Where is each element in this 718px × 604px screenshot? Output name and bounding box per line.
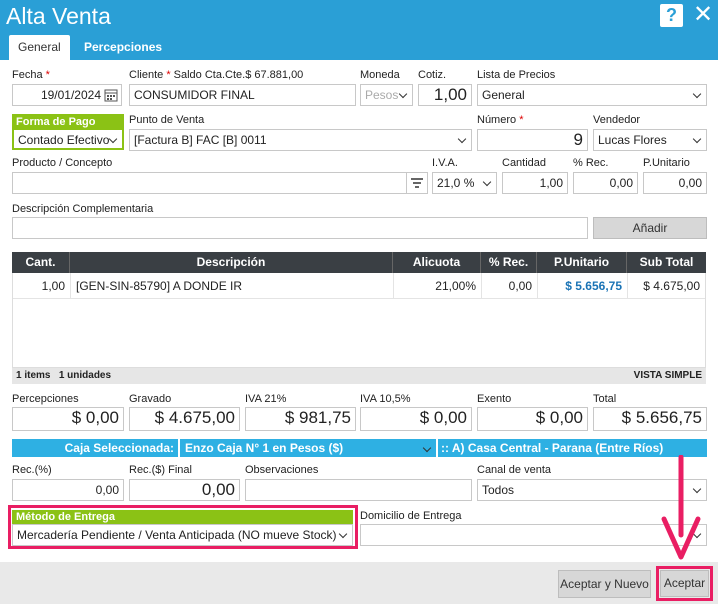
exento-label: Exento — [477, 393, 512, 405]
canal-label: Canal de venta — [477, 464, 551, 476]
grid-footer: 1 items 1 unidades VISTA SIMPLE — [12, 368, 706, 384]
numero-label: Número * — [477, 114, 524, 126]
producto-input[interactable] — [12, 172, 407, 194]
items-count: 1 items — [16, 370, 51, 381]
domicilio-label: Domicilio de Entrega — [360, 510, 462, 522]
tab-general[interactable]: General — [9, 35, 70, 60]
caja-select[interactable]: Enzo Caja N° 1 en Pesos ($) — [180, 439, 436, 457]
iva-select[interactable]: 21,0 % — [432, 172, 497, 194]
cell-alicuota: 21,00% — [394, 273, 482, 299]
vendedor-select[interactable]: Lucas Flores — [593, 129, 707, 151]
total-label: Total — [593, 393, 617, 405]
moneda-select[interactable]: Pesos — [360, 84, 413, 106]
metodo-entrega-label: Método de Entrega — [12, 510, 353, 524]
percepciones-value: $ 0,00 — [12, 407, 124, 431]
caja-label: Caja Seleccionada: — [12, 439, 178, 457]
items-grid-body: 1,00 [GEN-SIN-85790] A DONDE IR 21,00% 0… — [12, 273, 706, 368]
cliente-input[interactable]: CONSUMIDOR FINAL — [129, 84, 356, 106]
title-bar: Alta Venta ? ✕ General Percepciones — [0, 0, 718, 60]
rec-final-label: Rec.($) Final — [129, 464, 192, 476]
fecha-input[interactable]: 19/01/2024 — [12, 84, 122, 106]
table-row[interactable]: 1,00 [GEN-SIN-85790] A DONDE IR 21,00% 0… — [13, 273, 705, 299]
iva105-value: $ 0,00 — [360, 407, 472, 431]
help-icon[interactable]: ? — [660, 4, 683, 27]
cliente-label: Cliente * Saldo Cta.Cte.$ 67.881,00 — [129, 69, 304, 81]
lista-precios-label: Lista de Precios — [477, 69, 556, 81]
col-cant[interactable]: Cant. — [12, 252, 70, 273]
aceptar-button[interactable]: Aceptar — [660, 570, 709, 597]
punto-venta-select[interactable]: [Factura B] FAC [B] 0011 — [129, 129, 472, 151]
observaciones-input[interactable] — [245, 479, 472, 501]
moneda-label: Moneda — [360, 69, 400, 81]
exento-value: $ 0,00 — [477, 407, 588, 431]
cell-punitario[interactable]: $ 5.656,75 — [538, 273, 628, 299]
numero-input[interactable]: 9 — [477, 129, 588, 151]
observaciones-label: Observaciones — [245, 464, 319, 476]
punto-venta-label: Punto de Venta — [129, 114, 205, 126]
gravado-value: $ 4.675,00 — [129, 407, 240, 431]
cell-cant: 1,00 — [13, 273, 71, 299]
filter-button[interactable] — [406, 172, 428, 194]
cotiz-input[interactable]: 1,00 — [418, 84, 472, 106]
fecha-label: Fecha * — [12, 69, 50, 81]
iva-label: I.V.A. — [432, 157, 458, 169]
units-count: 1 unidades — [58, 370, 112, 381]
cantidad-input[interactable]: 1,00 — [502, 172, 568, 194]
rec-final-input[interactable]: 0,00 — [129, 479, 240, 501]
col-descripcion[interactable]: Descripción — [70, 252, 393, 273]
punitario-input[interactable]: 0,00 — [643, 172, 707, 194]
gravado-label: Gravado — [129, 393, 172, 405]
domicilio-select[interactable] — [360, 524, 707, 546]
rec-label: % Rec. — [573, 157, 609, 169]
aceptar-nuevo-button[interactable]: Aceptar y Nuevo — [558, 570, 651, 598]
col-rec[interactable]: % Rec. — [481, 252, 537, 273]
rec-pct-input[interactable]: 0,00 — [12, 479, 124, 501]
anadir-button[interactable]: Añadir — [593, 217, 707, 239]
total-value: $ 5.656,75 — [593, 407, 707, 431]
punitario-label: P.Unitario — [643, 157, 690, 169]
iva21-value: $ 981,75 — [245, 407, 356, 431]
vendedor-label: Vendedor — [593, 114, 641, 126]
cell-subtotal: $ 4.675,00 — [643, 279, 700, 293]
rec-pct-label: Rec.(%) — [12, 464, 52, 476]
tab-percepciones[interactable]: Percepciones — [75, 35, 171, 60]
filter-icon — [411, 178, 423, 188]
metodo-entrega-select[interactable]: Mercadería Pendiente / Venta Anticipada … — [12, 524, 353, 546]
cotiz-label: Cotiz. — [418, 69, 447, 81]
cell-desc: [GEN-SIN-85790] A DONDE IR — [71, 273, 394, 299]
arrow-down-icon — [661, 455, 701, 560]
rec-input[interactable]: 0,00 — [573, 172, 638, 194]
desc-comp-input[interactable] — [12, 217, 588, 239]
window-title: Alta Venta — [6, 3, 111, 29]
lista-precios-select[interactable]: General — [477, 84, 707, 106]
items-grid-header: Cant. Descripción Alicuota % Rec. P.Unit… — [12, 252, 706, 273]
col-alicuota[interactable]: Alicuota — [393, 252, 481, 273]
desc-comp-label: Descripción Complementaria — [12, 203, 154, 215]
vista-simple-link[interactable]: VISTA SIMPLE — [634, 368, 702, 384]
cell-rec: 0,00 — [482, 273, 538, 299]
percepciones-label: Percepciones — [12, 393, 79, 405]
col-subtotal[interactable]: Sub Total — [627, 252, 706, 273]
calendar-icon[interactable] — [104, 88, 118, 102]
producto-label: Producto / Concepto — [12, 157, 113, 169]
iva21-label: IVA 21% — [245, 393, 287, 405]
cantidad-label: Cantidad — [502, 157, 547, 169]
forma-pago-select[interactable]: Contado Efectivo — [12, 128, 124, 150]
iva105-label: IVA 10,5% — [360, 393, 411, 405]
close-icon[interactable]: ✕ — [692, 3, 714, 27]
col-punitario[interactable]: P.Unitario — [537, 252, 627, 273]
